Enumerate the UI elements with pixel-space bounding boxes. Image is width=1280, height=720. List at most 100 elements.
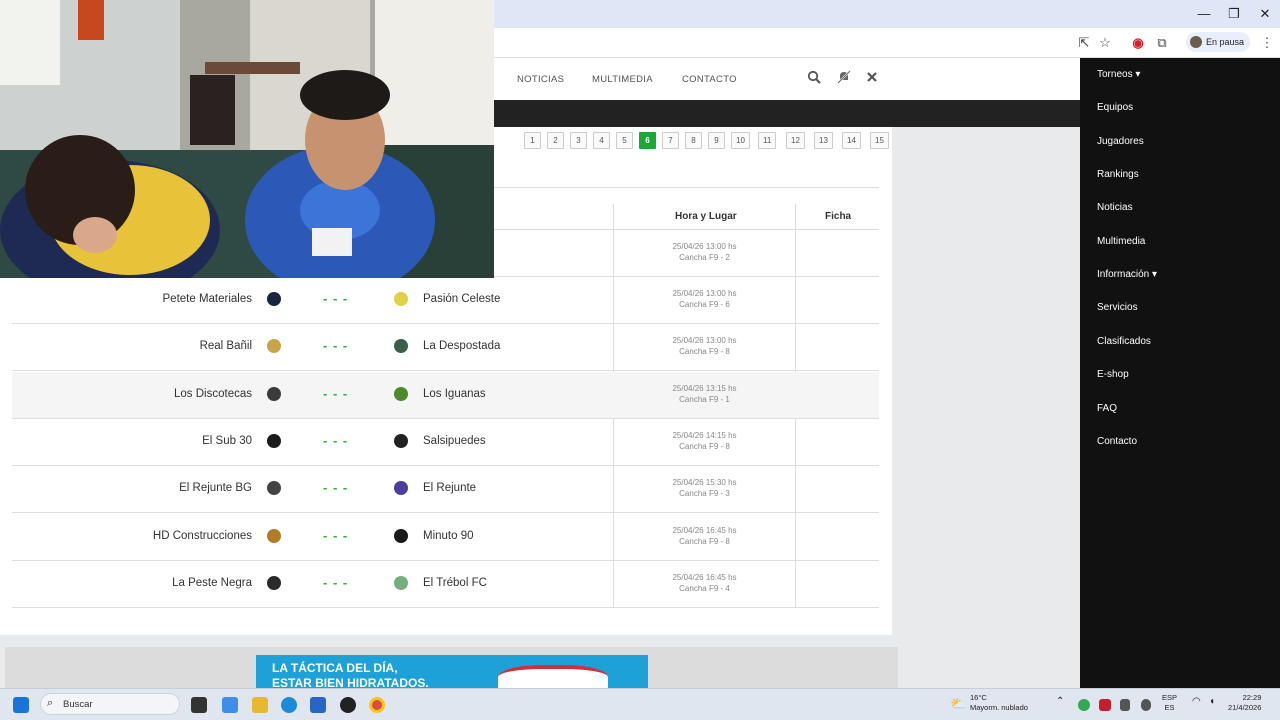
volume-icon[interactable]: ◖: [1209, 697, 1215, 707]
away-team-name[interactable]: La Despostada: [423, 340, 500, 352]
page-5-button[interactable]: 5: [616, 132, 633, 149]
page-9-button[interactable]: 9: [708, 132, 725, 149]
file-explorer-icon[interactable]: [252, 697, 268, 713]
sidebar-item-jugadores[interactable]: Jugadores: [1097, 136, 1144, 147]
table-row[interactable]: Real Bañil - - - La Despostada 25/04/26 13:…: [12, 324, 879, 372]
tray-app-icon[interactable]: [1099, 699, 1111, 711]
sidebar-item-e-shop[interactable]: E-shop: [1097, 369, 1129, 380]
widgets-icon[interactable]: [222, 697, 238, 713]
tray-overflow-icon[interactable]: ⌃: [1056, 697, 1064, 707]
page-1-button[interactable]: 1: [524, 132, 541, 149]
tray-app-icon[interactable]: [1078, 699, 1090, 711]
extensions-puzzle-icon[interactable]: ⧉: [1153, 34, 1171, 52]
home-team-crest-icon: [267, 386, 281, 401]
page-4-button[interactable]: 4: [593, 132, 610, 149]
clock[interactable]: 22:29 21/4/2026: [1228, 693, 1261, 713]
away-team-crest-icon: [394, 433, 408, 448]
match-date: 25/04/26 16:45 hs: [672, 572, 737, 582]
sidebar-item-multimedia[interactable]: Multimedia: [1097, 236, 1145, 247]
match-score: - - -: [323, 291, 349, 306]
task-view-icon[interactable]: [191, 697, 207, 713]
minimize-button[interactable]: —: [1189, 4, 1219, 24]
bookmark-star-icon[interactable]: ☆: [1096, 34, 1114, 52]
home-team-name[interactable]: La Peste Negra: [172, 577, 252, 589]
page-10-button[interactable]: 10: [731, 132, 750, 149]
battery-icon[interactable]: [1120, 699, 1130, 711]
sidebar-item-clasificados[interactable]: Clasificados: [1097, 336, 1151, 347]
start-icon[interactable]: [13, 697, 29, 713]
profile-chip[interactable]: En pausa: [1186, 32, 1250, 52]
page-14-button[interactable]: 14: [842, 132, 861, 149]
sidebar-item-contacto[interactable]: Contacto: [1097, 436, 1137, 447]
home-team-name[interactable]: El Rejunte BG: [179, 482, 252, 494]
page-2-button[interactable]: 2: [547, 132, 564, 149]
page-13-button[interactable]: 13: [814, 132, 833, 149]
close-window-button[interactable]: ✕: [1250, 4, 1280, 24]
table-row[interactable]: Petete Materiales - - - Pasión Celeste 25/0…: [12, 277, 879, 324]
clock-date: 21/4/2026: [1228, 703, 1262, 712]
page-8-button[interactable]: 8: [685, 132, 702, 149]
table-row[interactable]: HD Construcciones - - - Minuto 90 25/04/26 …: [12, 514, 879, 561]
table-row[interactable]: El Rejunte BG - - - El Rejunte 25/04/26 15:…: [12, 466, 879, 514]
install-app-icon[interactable]: ⇱: [1075, 34, 1093, 52]
taskbar-search[interactable]: ⌕ Buscar: [40, 693, 180, 715]
home-team-name[interactable]: Real Bañil: [200, 340, 252, 352]
language-indicator[interactable]: ESP ES: [1162, 693, 1177, 713]
home-team-crest-icon: [267, 292, 281, 306]
home-team-crest-icon: [267, 339, 281, 354]
hydration-ad-banner[interactable]: LA TÁCTICA DEL DÍA, ESTAR BIEN HIDRATADO…: [256, 655, 648, 688]
page-11-button[interactable]: 11: [758, 132, 777, 149]
match-field: Cancha F9 - 6: [679, 300, 730, 309]
wifi-icon[interactable]: ◠: [1192, 697, 1201, 707]
match-date: 25/04/26 16:45 hs: [672, 525, 737, 535]
match-datetime: 25/04/26 16:45 hs Cancha F9 - 8: [613, 525, 796, 547]
page-12-button[interactable]: 12: [786, 132, 805, 149]
close-icon[interactable]: [866, 70, 878, 86]
away-team-name[interactable]: El Rejunte: [423, 482, 476, 494]
away-team-name[interactable]: El Trébol FC: [423, 577, 487, 589]
edge-icon[interactable]: [281, 697, 297, 713]
sidebar-item-rankings[interactable]: Rankings: [1097, 169, 1139, 180]
sidebar-item-noticias[interactable]: Noticias: [1097, 202, 1133, 213]
nav-link-contacto[interactable]: CONTACTO: [682, 74, 737, 85]
page-15-button[interactable]: 15: [870, 132, 889, 149]
page-6-button[interactable]: 6: [639, 132, 656, 149]
obs-icon[interactable]: [340, 697, 356, 713]
weather-widget[interactable]: 16°C Mayorm. nublado: [970, 693, 1028, 713]
match-score: - - -: [323, 527, 349, 543]
home-team-crest-icon: [267, 481, 281, 496]
store-icon[interactable]: [310, 697, 326, 713]
sidebar-item-información[interactable]: Información ▾: [1097, 269, 1157, 280]
home-team-name[interactable]: Los Discotecas: [174, 388, 252, 400]
table-row[interactable]: Los Discotecas - - - Los Iguanas 25/04/26 1…: [12, 371, 879, 419]
sidebar-item-faq[interactable]: FAQ: [1097, 403, 1117, 414]
home-team-name[interactable]: El Sub 30: [202, 435, 252, 447]
notifications-off-icon[interactable]: [837, 70, 851, 87]
page-3-button[interactable]: 3: [570, 132, 587, 149]
search-icon[interactable]: [807, 70, 821, 87]
sidebar-item-equipos[interactable]: Equipos: [1097, 102, 1133, 113]
opera-extension-icon[interactable]: ◉: [1129, 34, 1147, 52]
home-team-name[interactable]: Petete Materiales: [163, 293, 253, 305]
away-team-crest-icon: [394, 339, 408, 354]
nav-link-noticias[interactable]: NOTICIAS: [517, 74, 564, 85]
away-team-name[interactable]: Salsipuedes: [423, 435, 486, 447]
table-row[interactable]: La Peste Negra - - - El Trébol FC 25/04/26 …: [12, 561, 879, 608]
away-team-name[interactable]: Los Iguanas: [423, 388, 486, 400]
away-team-name[interactable]: Pasión Celeste: [423, 293, 500, 305]
table-row[interactable]: El Sub 30 - - - Salsipuedes 25/04/26 14:15 …: [12, 419, 879, 466]
lang-bottom: ES: [1164, 703, 1175, 712]
sidebar-item-torneos[interactable]: Torneos ▾: [1097, 69, 1140, 80]
match-datetime: 25/04/26 13:15 hs Cancha F9 - 1: [613, 383, 796, 405]
page-7-button[interactable]: 7: [662, 132, 679, 149]
weather-icon[interactable]: ⛅: [950, 696, 966, 712]
chrome-icon[interactable]: [369, 697, 385, 713]
microphone-icon[interactable]: [1141, 699, 1151, 711]
home-team-name[interactable]: HD Construcciones: [153, 530, 252, 542]
maximize-button[interactable]: ❐: [1219, 4, 1249, 24]
browser-menu-icon[interactable]: ⋮: [1258, 34, 1276, 52]
sidebar-item-servicios[interactable]: Servicios: [1097, 302, 1138, 313]
nav-link-multimedia[interactable]: MULTIMEDIA: [592, 74, 653, 85]
away-team-name[interactable]: Minuto 90: [423, 530, 474, 542]
away-team-crest-icon: [394, 575, 408, 590]
